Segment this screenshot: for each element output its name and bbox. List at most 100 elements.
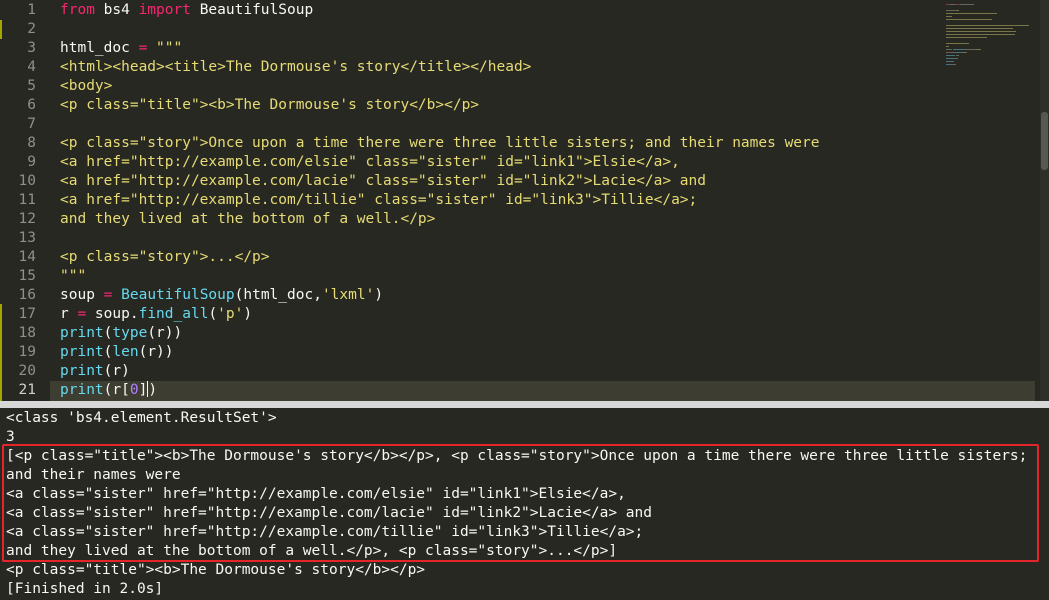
- code-line[interactable]: """: [60, 267, 86, 286]
- code-line[interactable]: html_doc = """: [60, 39, 182, 58]
- code-token: (r[: [103, 382, 130, 398]
- code-line[interactable]: <html><head><title>The Dormouse's story<…: [60, 58, 531, 77]
- code-line[interactable]: print(r[0]): [60, 381, 157, 400]
- code-token: bs4: [94, 2, 139, 18]
- code-token: soup: [60, 287, 104, 303]
- minimap-line: [946, 25, 1029, 26]
- minimap-line: [946, 16, 952, 17]
- code-token: len: [112, 344, 139, 360]
- line-number: 7: [27, 116, 36, 132]
- minimap-line: [946, 37, 987, 38]
- code-token: <p class="title"><b>The Dormouse's story…: [60, 97, 480, 113]
- code-token: <a href="http://example.com/lacie" class…: [60, 173, 707, 189]
- editor-scrollbar-thumb[interactable]: [1041, 112, 1048, 170]
- code-token: (r)): [138, 344, 174, 360]
- output-line: [Finished in 2.0s]: [6, 581, 164, 597]
- minimap[interactable]: [944, 0, 1034, 401]
- line-number: 9: [27, 154, 36, 170]
- code-line[interactable]: <a href="http://example.com/lacie" class…: [60, 172, 706, 191]
- line-number: 15: [18, 268, 36, 284]
- code-line[interactable]: <a href="http://example.com/tillie" clas…: [60, 191, 697, 210]
- line-number: 17: [18, 306, 36, 322]
- line-number: 14: [18, 249, 36, 265]
- code-token: print: [60, 363, 104, 379]
- code-line[interactable]: print(type(r)): [60, 324, 182, 343]
- build-output-panel: <class 'bs4.element.ResultSet'> 3 [<p clas…: [0, 408, 1049, 600]
- minimap-line: [952, 49, 965, 50]
- code-token: (: [208, 306, 218, 322]
- minimap-line: [956, 10, 960, 11]
- code-token: and they lived at the bottom of a well.<…: [60, 211, 436, 227]
- code-line[interactable]: soup = BeautifulSoup(html_doc,'lxml'): [60, 286, 383, 305]
- minimap-line: [980, 49, 982, 50]
- code-line[interactable]: <p class="story">Once upon a time there …: [60, 134, 820, 153]
- code-line[interactable]: r = soup.find_all('p'): [60, 305, 252, 324]
- code-line[interactable]: <p class="title"><b>The Dormouse's story…: [60, 96, 479, 115]
- line-number: 12: [18, 211, 36, 227]
- code-line[interactable]: <p class="story">...</p>: [60, 248, 270, 267]
- minimap-line: [954, 52, 963, 53]
- minimap-line: [954, 10, 956, 11]
- code-line[interactable]: from bs4 import BeautifulSoup: [60, 1, 313, 20]
- code-token: print: [60, 382, 104, 398]
- code-token: from: [60, 2, 95, 18]
- code-token: BeautifulSoup: [190, 2, 314, 18]
- minimap-line: [946, 10, 955, 11]
- minimap-line: [946, 31, 1017, 32]
- line-number: 2: [27, 21, 36, 37]
- code-token: ]: [138, 382, 148, 398]
- code-token: """: [156, 40, 183, 56]
- output-line: <class 'bs4.element.ResultSet'>: [6, 410, 277, 426]
- line-number: 5: [27, 78, 36, 94]
- line-number: 8: [27, 135, 36, 151]
- code-line[interactable]: and they lived at the bottom of a well.<…: [60, 210, 435, 229]
- code-token: =: [138, 40, 148, 56]
- minimap-line: [946, 43, 969, 44]
- line-number: 16: [18, 287, 36, 303]
- minimap-line: [965, 49, 975, 50]
- output-line: <a class="sister" href="http://example.c…: [6, 505, 653, 521]
- minimap-line: [965, 52, 967, 53]
- code-line[interactable]: print(len(r)): [60, 343, 174, 362]
- code-token: ): [148, 382, 158, 398]
- line-number-gutter: 1 2 3 4 5 6 7 8 9 10 11 12 13 14 15 16 17 18 19 20 21: [0, 0, 50, 401]
- code-token: <a href="http://example.com/elsie" class…: [60, 154, 680, 170]
- output-line: and they lived at the bottom of a well.<…: [6, 543, 618, 559]
- line-number: 1: [27, 2, 36, 18]
- minimap-line: [946, 19, 992, 20]
- line-number: 11: [18, 192, 36, 208]
- line-number: 3: [27, 40, 36, 56]
- code-token: =: [77, 306, 87, 322]
- code-token: type: [112, 325, 148, 341]
- line-number: 6: [27, 97, 36, 113]
- output-line: and their names were: [6, 467, 181, 483]
- line-number: 20: [18, 363, 36, 379]
- line-number: 10: [18, 173, 36, 189]
- minimap-line: [955, 55, 960, 56]
- code-token: <a href="http://example.com/tillie" clas…: [60, 192, 698, 208]
- code-token: <p class="story">...</p>: [60, 249, 270, 265]
- code-line[interactable]: <body>: [60, 77, 112, 96]
- line-number: 19: [18, 344, 36, 360]
- minimap-line: [946, 28, 1014, 29]
- code-token: find_all: [138, 306, 209, 322]
- panel-splitter[interactable]: [0, 401, 1049, 408]
- minimap-line: [946, 46, 949, 47]
- code-token: ): [374, 287, 384, 303]
- output-line: 3: [6, 429, 15, 445]
- editor-scrollbar[interactable]: [1040, 0, 1049, 401]
- code-token: BeautifulSoup: [121, 287, 235, 303]
- output-line: <p class="title"><b>The Dormouse's story…: [6, 562, 426, 578]
- code-token: <body>: [60, 78, 113, 94]
- code-editor[interactable]: 1 2 3 4 5 6 7 8 9 10 11 12 13 14 15 16 17 18 19 20 21 from b…: [0, 0, 1049, 401]
- code-area[interactable]: from bs4 import BeautifulSoup html_doc = …: [60, 0, 940, 401]
- code-line[interactable]: <a href="http://example.com/elsie" class…: [60, 153, 680, 172]
- minimap-line: [954, 58, 959, 59]
- code-token: <p class="story">Once upon a time there …: [60, 135, 820, 151]
- code-line[interactable]: print(r): [60, 362, 130, 381]
- code-token: <html><head><title>The Dormouse's story<…: [60, 59, 532, 75]
- code-token: (r): [103, 363, 130, 379]
- minimap-line: [946, 34, 1016, 35]
- code-token: import: [138, 2, 191, 18]
